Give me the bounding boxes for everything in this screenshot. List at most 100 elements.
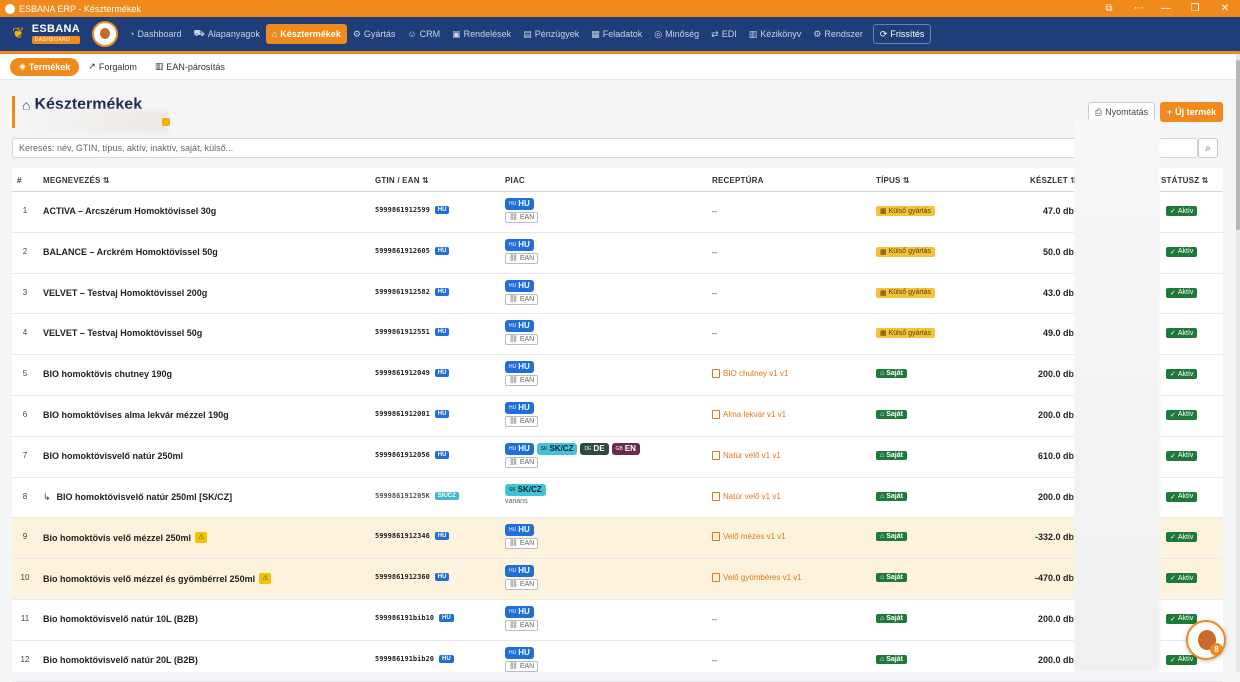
gtin-cell: 5999861912582 HU: [375, 287, 450, 296]
table-row[interactable]: 9 Bio homoktövis velő mézzel 250ml ⚠ 599986…: [12, 518, 1223, 560]
table-row[interactable]: 8 ↳ BIO homoktövisvelő natúr 250ml [SK/CZ]…: [12, 478, 1223, 519]
product-name-cell[interactable]: VELVET – Testvaj Homoktövissel 200g: [43, 288, 207, 298]
ean-link-button[interactable]: ⛓ EAN: [505, 456, 539, 468]
market-chip-hu: HU HU: [505, 320, 534, 333]
gtin-value: 5999861912605: [375, 246, 430, 255]
recipe-cell: –: [712, 654, 718, 665]
nav-kesztermekek[interactable]: ⌂ Késztermékek: [265, 24, 347, 44]
table-row[interactable]: 3 VELVET – Testvaj Homoktövissel 200g 5999…: [12, 274, 1223, 315]
more-icon[interactable]: ⋯: [1124, 0, 1154, 17]
table-row[interactable]: 1 ACTIVA – Arcszérum Homoktövissel 30g 599…: [12, 192, 1223, 233]
nav-dashboard[interactable]: ◔ Dashboard: [123, 24, 187, 44]
nav-crm[interactable]: ☺ CRM: [401, 24, 446, 44]
product-name-cell[interactable]: BIO homoktövis chutney 190g: [43, 369, 172, 379]
search-input[interactable]: Keresés: név, GTIN, típus, aktív, inaktí…: [12, 138, 1198, 158]
check-circle-icon: ✓: [1170, 208, 1176, 215]
brand-logo[interactable]: ❦ ESBANA DASHBOARD: [12, 24, 80, 44]
gtin-cell: 5999861912551 HU: [375, 328, 450, 337]
table-row[interactable]: 7 BIO homoktövisvelő natúr 250ml 599986191…: [12, 437, 1223, 478]
product-name-cell[interactable]: Bio homoktövisvelő natúr 20L (B2B): [43, 655, 198, 665]
tab-termekek[interactable]: ◈ Termékek: [10, 57, 80, 76]
nav-feladatok[interactable]: ▦ Feladatok: [585, 24, 648, 44]
print-button[interactable]: ⎙ Nyomtatás: [1088, 102, 1155, 122]
recipe-label: Velő gyömbéres v1 v1: [723, 573, 802, 583]
product-name-cell[interactable]: BIO homoktövises alma lekvár mézzel 190g: [43, 410, 229, 420]
nav-edi[interactable]: ⇄ EDI: [705, 24, 743, 44]
type-badge: ⌂ Saját: [876, 450, 907, 460]
nav-rendszer[interactable]: ⚙ Rendszer: [807, 24, 869, 44]
col-stock[interactable]: KÉSZLET ⇅: [1030, 176, 1077, 185]
status-label: Aktív: [1177, 248, 1194, 256]
market-code: DE: [593, 443, 605, 453]
table-row[interactable]: 6 BIO homoktövises alma lekvár mézzel 190…: [12, 396, 1223, 437]
status-label: Aktív: [1177, 493, 1194, 501]
gtin-market-tag: HU: [434, 369, 450, 378]
nav-gyartas[interactable]: ⚙ Gyártás: [347, 24, 402, 44]
col-gtin[interactable]: GTIN / EAN ⇅: [375, 176, 429, 185]
recipe-link[interactable]: Natúr velő v1 v1: [712, 450, 781, 460]
ean-link-button[interactable]: ⛓ EAN: [505, 212, 539, 223]
tab-forgalom[interactable]: ↗ Forgalom: [79, 58, 146, 76]
product-name-cell[interactable]: Bio homoktövis velő mézzel és gyömbérrel…: [43, 573, 272, 585]
recipe-link[interactable]: BIO chutney v1 v1: [712, 369, 788, 379]
table-row[interactable]: 10 Bio homoktövis velő mézzel és gyömbérr…: [12, 559, 1223, 600]
recipe-link[interactable]: Velő gyömbéres v1 v1: [712, 573, 802, 583]
recipe-link[interactable]: Velő mézes v1 v1: [712, 532, 786, 542]
nav-alapanyagok[interactable]: ⛟ Alapanyagok: [187, 24, 265, 44]
nav-minoseg[interactable]: ◎ Minőség: [648, 24, 705, 44]
ean-link-button[interactable]: ⛓ EAN: [505, 660, 539, 672]
nav-rendelesek[interactable]: ▣ Rendelések: [446, 24, 517, 44]
products-table: # MEGNEVEZÉS ⇅ GTIN / EAN ⇅ PIAC RECEPTÚ…: [12, 168, 1223, 682]
ean-link-button[interactable]: ⛓ EAN: [505, 252, 539, 264]
ean-link-button[interactable]: ⛓ EAN: [505, 375, 539, 387]
inbox-icon: ▣: [452, 28, 461, 39]
product-name: BALANCE – Arckrém Homoktövissel 50g: [43, 246, 218, 257]
product-name-cell[interactable]: BALANCE – Arckrém Homoktövissel 50g: [43, 247, 218, 257]
row-index: 3: [22, 287, 28, 297]
ean-link-button[interactable]: ⛓ EAN: [505, 334, 539, 346]
table-row[interactable]: 2 BALANCE – Arckrém Homoktövissel 50g 5999…: [12, 233, 1223, 274]
table-row[interactable]: 11 Bio homoktövisvelő natúr 10L (B2B) 5999…: [12, 600, 1223, 641]
market-chip-hu: HU HU: [505, 605, 534, 618]
col-status[interactable]: STÁTUSZ ⇅: [1161, 176, 1209, 185]
status-cell: ✓ Aktív: [1166, 246, 1198, 257]
refresh-button[interactable]: ⟳ Frissítés: [872, 24, 932, 44]
col-name[interactable]: MEGNEVEZÉS ⇅: [43, 176, 110, 185]
maximize-button[interactable]: ❐: [1180, 0, 1210, 17]
product-name-cell[interactable]: VELVET – Testvaj Homoktövissel 50g: [43, 328, 202, 338]
product-name-cell[interactable]: Bio homoktövis velő mézzel 250ml ⚠: [43, 532, 208, 544]
nav-kezikonyv[interactable]: ▥ Kézikönyv: [743, 24, 808, 44]
ean-link-button[interactable]: ⛓ EAN: [505, 619, 539, 631]
col-type[interactable]: TÍPUS ⇅: [876, 176, 910, 185]
users-icon: ☺: [407, 29, 417, 39]
ean-link-button[interactable]: ⛓ EAN: [505, 579, 539, 591]
table-row[interactable]: 12 Bio homoktövisvelő natúr 20L (B2B) 5999…: [12, 641, 1223, 682]
nav-label: Rendszer: [824, 29, 863, 39]
table-row[interactable]: 5 BIO homoktövis chutney 190g 599986191204…: [12, 355, 1223, 396]
minimize-button[interactable]: —: [1151, 0, 1181, 17]
recipe-link[interactable]: Alma lekvár v1 v1: [712, 409, 786, 419]
gtin-cell: 599986191bib20 HU: [375, 654, 454, 663]
link-icon: ⛓: [509, 417, 520, 425]
extension-icon[interactable]: ⧉: [1094, 0, 1124, 17]
product-name-cell[interactable]: Bio homoktövisvelő natúr 10L (B2B): [43, 614, 198, 624]
ean-link-button[interactable]: ⛓ EAN: [505, 293, 539, 305]
table-row[interactable]: 4 VELVET – Testvaj Homoktövissel 50g 59998…: [12, 314, 1223, 356]
ean-link-button[interactable]: ⛓ EAN: [505, 538, 539, 550]
ean-link-button[interactable]: ⛓ EAN: [505, 415, 539, 427]
variant-label: variáns: [505, 497, 528, 505]
tab-ean-parositas[interactable]: ▥ EAN-párosítás: [146, 58, 234, 76]
search-button[interactable]: ⌕: [1198, 138, 1218, 158]
nav-penzugyek[interactable]: ▤ Pénzügyek: [517, 24, 585, 44]
product-name-cell[interactable]: BIO homoktövisvelő natúr 250ml: [43, 451, 183, 461]
product-name-cell[interactable]: ACTIVA – Arcszérum Homoktövissel 30g: [43, 206, 216, 216]
scrollbar-thumb[interactable]: [1236, 60, 1240, 230]
flag-label: HU: [509, 241, 517, 248]
recipe-link[interactable]: Natúr velő v1 v1: [712, 491, 781, 501]
row-index: 2: [22, 246, 28, 256]
printer-icon: ⎙: [1094, 106, 1103, 117]
new-product-button[interactable]: + Új termék: [1160, 102, 1223, 122]
gtin-value: 5999861912582: [375, 287, 430, 296]
product-name-cell[interactable]: ↳ BIO homoktövisvelő natúr 250ml [SK/CZ]: [43, 492, 232, 503]
close-button[interactable]: ✕: [1210, 0, 1240, 17]
